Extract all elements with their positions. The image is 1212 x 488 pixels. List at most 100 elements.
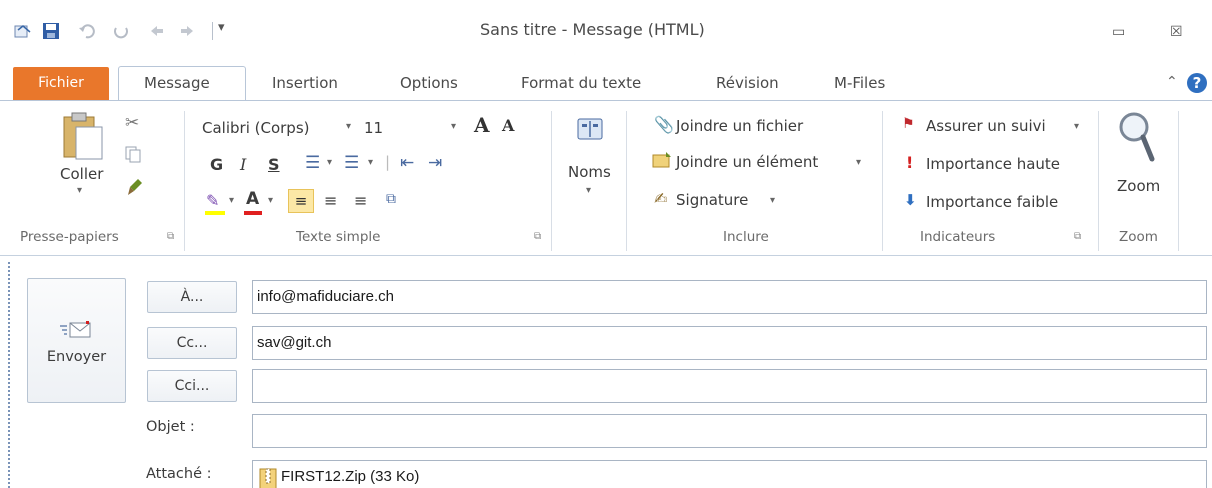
- attach-item-icon[interactable]: [652, 151, 672, 169]
- attach-item-dropdown-icon[interactable]: ▾: [856, 157, 861, 168]
- group-label-tags: Indicateurs: [920, 229, 996, 245]
- bcc-field[interactable]: [252, 369, 1207, 403]
- font-size-combo[interactable]: 11: [364, 119, 383, 137]
- follow-up-flag-icon[interactable]: ⚑: [902, 116, 915, 132]
- tab-format-text[interactable]: Format du texte: [521, 74, 641, 92]
- zip-file-icon: [259, 468, 277, 488]
- names-button[interactable]: Noms: [568, 163, 611, 181]
- align-right-icon[interactable]: ≡: [354, 191, 367, 210]
- grow-font-icon[interactable]: A: [474, 113, 490, 137]
- bcc-button[interactable]: Cci...: [147, 370, 237, 402]
- undo-icon[interactable]: [78, 22, 96, 40]
- tags-launcher-icon[interactable]: ⧉: [1074, 231, 1081, 242]
- previous-item-icon[interactable]: [148, 22, 166, 40]
- outlook-app-icon[interactable]: [14, 22, 32, 40]
- low-importance-button[interactable]: Importance faible: [926, 193, 1058, 211]
- restore-window-icon[interactable]: ▭: [1112, 24, 1125, 40]
- subject-field[interactable]: [252, 414, 1207, 448]
- font-size-dropdown-icon[interactable]: ▾: [451, 121, 456, 132]
- signature-button[interactable]: Signature: [676, 191, 748, 209]
- tab-file[interactable]: Fichier: [13, 67, 109, 100]
- numbering-dropdown-icon[interactable]: ▾: [368, 157, 373, 168]
- attach-file-button[interactable]: Joindre un fichier: [676, 117, 803, 135]
- font-color-dropdown-icon[interactable]: ▾: [268, 195, 273, 206]
- save-icon[interactable]: [42, 22, 60, 40]
- tab-message[interactable]: Message: [144, 74, 210, 92]
- bullets-icon[interactable]: ☰: [305, 153, 320, 173]
- align-left-icon: ≡: [294, 192, 308, 210]
- bold-button[interactable]: G: [210, 155, 223, 174]
- cc-field[interactable]: sav@git.ch: [252, 326, 1207, 360]
- zoom-icon[interactable]: [1116, 109, 1156, 165]
- next-item-icon[interactable]: [178, 22, 196, 40]
- to-button[interactable]: À...: [147, 281, 237, 313]
- cc-button[interactable]: Cc...: [147, 327, 237, 359]
- font-name-combo[interactable]: Calibri (Corps): [202, 119, 309, 137]
- high-importance-icon[interactable]: !: [906, 153, 913, 172]
- format-painter-icon[interactable]: [126, 175, 144, 197]
- group-label-zoom: Zoom: [1119, 229, 1158, 245]
- group-separator: [551, 111, 552, 251]
- follow-up-button[interactable]: Assurer un suivi: [926, 117, 1046, 135]
- align-left-button[interactable]: ≡: [288, 189, 314, 213]
- tab-mfiles[interactable]: M-Files: [834, 74, 885, 92]
- underline-button[interactable]: S: [268, 155, 280, 174]
- tab-insert[interactable]: Insertion: [272, 74, 338, 92]
- attached-label: Attaché :: [146, 466, 212, 482]
- attach-item-button[interactable]: Joindre un élément: [676, 153, 818, 171]
- tab-options[interactable]: Options: [400, 74, 458, 92]
- shrink-font-icon[interactable]: A: [502, 116, 514, 135]
- divider-icon: |: [385, 153, 391, 171]
- signature-icon[interactable]: ✍: [654, 189, 667, 208]
- names-dropdown-icon[interactable]: ▾: [586, 185, 591, 196]
- tab-review[interactable]: Révision: [716, 74, 779, 92]
- customize-qat-icon[interactable]: ▾: [218, 20, 225, 35]
- group-separator: [184, 111, 185, 251]
- attachment-field[interactable]: FIRST12.Zip (33 Ko): [252, 460, 1207, 488]
- group-separator: [626, 111, 627, 251]
- group-separator: [882, 111, 883, 251]
- signature-dropdown-icon[interactable]: ▾: [770, 195, 775, 206]
- font-color-swatch: [244, 211, 262, 215]
- cut-icon[interactable]: ✂: [125, 113, 139, 133]
- group-separator: [1098, 111, 1099, 251]
- increase-indent-icon[interactable]: ⇥: [428, 153, 442, 173]
- bullets-dropdown-icon[interactable]: ▾: [327, 157, 332, 168]
- close-window-icon[interactable]: ☒: [1170, 24, 1183, 40]
- paste-label[interactable]: Coller: [60, 165, 103, 183]
- title-bar: ▾ Sans titre - Message (HTML) ▭ ☒: [0, 0, 1212, 52]
- paste-icon[interactable]: [60, 111, 106, 163]
- paste-dropdown-icon[interactable]: ▾: [77, 185, 82, 196]
- decrease-indent-icon[interactable]: ⇤: [400, 153, 414, 173]
- group-separator: [1178, 111, 1179, 251]
- highlight-color-icon[interactable]: ✎: [206, 191, 219, 210]
- address-book-icon[interactable]: [576, 115, 604, 143]
- svg-text:?: ?: [1193, 74, 1202, 92]
- align-center-icon[interactable]: ≡: [324, 191, 337, 210]
- styles-icon[interactable]: ⧉: [386, 191, 396, 207]
- clipboard-launcher-icon[interactable]: ⧉: [167, 231, 174, 242]
- group-label-basic-text: Texte simple: [296, 229, 381, 245]
- highlight-dropdown-icon[interactable]: ▾: [229, 195, 234, 206]
- follow-up-dropdown-icon[interactable]: ▾: [1074, 121, 1079, 132]
- redo-icon[interactable]: [112, 22, 130, 40]
- basic-text-launcher-icon[interactable]: ⧉: [534, 231, 541, 242]
- high-importance-button[interactable]: Importance haute: [926, 155, 1060, 173]
- copy-icon[interactable]: [124, 145, 142, 163]
- low-importance-icon[interactable]: ⬇: [904, 191, 917, 209]
- minimize-ribbon-icon[interactable]: ⌃: [1166, 74, 1178, 90]
- font-color-icon[interactable]: A: [246, 189, 259, 209]
- attachment-name[interactable]: FIRST12.Zip (33 Ko): [281, 461, 419, 488]
- qat-separator: [212, 22, 213, 40]
- help-icon[interactable]: ?: [1186, 72, 1208, 94]
- send-button[interactable]: Envoyer: [27, 278, 126, 403]
- to-field[interactable]: info@mafiduciare.ch: [252, 280, 1207, 314]
- paperclip-icon[interactable]: 📎: [654, 115, 674, 134]
- italic-button[interactable]: I: [240, 155, 246, 174]
- window-title: Sans titre - Message (HTML): [480, 20, 705, 39]
- font-name-dropdown-icon[interactable]: ▾: [346, 121, 351, 132]
- zoom-button[interactable]: Zoom: [1117, 177, 1160, 195]
- send-envelope-icon: [60, 321, 91, 338]
- numbering-icon[interactable]: ☰: [344, 153, 359, 173]
- ribbon: Coller ▾ ✂ Presse-papiers ⧉ Calibri (Cor…: [0, 100, 1212, 256]
